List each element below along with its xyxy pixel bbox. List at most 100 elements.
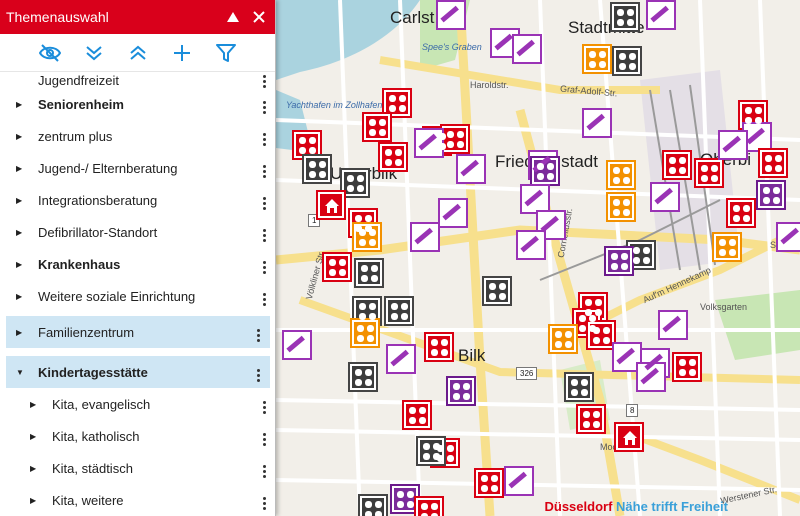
more-options-icon[interactable] <box>252 254 275 274</box>
daycare-marker-icon[interactable] <box>302 154 332 184</box>
daycare-marker-icon[interactable] <box>350 318 380 348</box>
more-options-icon[interactable] <box>246 322 270 342</box>
more-options-icon[interactable] <box>252 286 275 306</box>
collapsed-arrow-icon[interactable]: ▶ <box>30 400 40 409</box>
collapsed-arrow-icon[interactable]: ▶ <box>16 100 26 109</box>
more-options-icon[interactable] <box>246 362 270 382</box>
daycare-marker-icon[interactable] <box>582 44 612 74</box>
collapsed-arrow-icon[interactable]: ▶ <box>16 260 26 269</box>
daycare-marker-icon[interactable] <box>348 362 378 392</box>
tree-item[interactable]: ▶ Jugend-/ Elternberatung <box>0 152 275 184</box>
hide-all-icon[interactable] <box>28 38 72 68</box>
theme-tree: Jugendfreizeit ▶ Seniorenheim ▶ zentrum plus… <box>0 72 275 516</box>
more-options-icon[interactable] <box>252 426 275 446</box>
daycare-marker-icon[interactable] <box>564 372 594 402</box>
school-marker-icon[interactable] <box>650 182 680 212</box>
more-options-icon[interactable] <box>252 126 275 146</box>
collapsed-arrow-icon[interactable]: ▶ <box>30 432 40 441</box>
school-marker-icon[interactable] <box>282 330 312 360</box>
school-marker-icon[interactable] <box>516 230 546 260</box>
expanded-arrow-icon[interactable]: ▼ <box>16 368 26 377</box>
school-marker-icon[interactable] <box>436 0 466 30</box>
branding-city: Düsseldorf <box>544 499 613 514</box>
family-center-marker-icon[interactable] <box>614 422 644 452</box>
tree-child-item[interactable]: ▶ Kita, evangelisch <box>0 388 275 420</box>
daycare-marker-icon[interactable] <box>446 376 476 406</box>
tree-item[interactable]: ▶ Defibrillator-Standort <box>0 216 275 248</box>
collapsed-arrow-icon[interactable]: ▶ <box>16 164 26 173</box>
tree-item[interactable]: ▼ Kindertagesstätte <box>6 356 270 388</box>
school-marker-icon[interactable] <box>776 222 800 252</box>
tree-child-item[interactable]: ▶ Kita, städtisch <box>0 452 275 484</box>
daycare-marker-icon[interactable] <box>758 148 788 178</box>
tree-item-label: Weitere soziale Einrichtung <box>38 288 196 304</box>
school-marker-icon[interactable] <box>386 344 416 374</box>
more-options-icon[interactable] <box>252 222 275 242</box>
daycare-marker-icon[interactable] <box>576 404 606 434</box>
collapsed-arrow-icon[interactable]: ▶ <box>16 228 26 237</box>
more-options-icon[interactable] <box>252 394 275 414</box>
collapsed-arrow-icon[interactable]: ▶ <box>16 328 26 337</box>
add-icon[interactable] <box>160 38 204 68</box>
more-options-icon[interactable] <box>252 72 275 88</box>
more-options-icon[interactable] <box>252 458 275 478</box>
school-marker-icon[interactable] <box>718 130 748 160</box>
school-marker-icon[interactable] <box>646 0 676 30</box>
filter-icon[interactable] <box>204 38 248 68</box>
daycare-marker-icon[interactable] <box>672 352 702 382</box>
collapsed-arrow-icon[interactable]: ▶ <box>16 196 26 205</box>
daycare-marker-icon[interactable] <box>354 258 384 288</box>
expand-all-icon[interactable] <box>116 38 160 68</box>
more-options-icon[interactable] <box>252 490 275 510</box>
school-marker-icon[interactable] <box>512 34 542 64</box>
school-marker-icon[interactable] <box>658 310 688 340</box>
school-marker-icon[interactable] <box>504 466 534 496</box>
more-options-icon[interactable] <box>252 190 275 210</box>
more-options-icon[interactable] <box>252 158 275 178</box>
collapsed-arrow-icon[interactable]: ▶ <box>30 464 40 473</box>
collapsed-arrow-icon[interactable]: ▶ <box>16 292 26 301</box>
daycare-marker-icon[interactable] <box>662 150 692 180</box>
school-marker-icon[interactable] <box>438 198 468 228</box>
school-marker-icon[interactable] <box>456 154 486 184</box>
tree-item[interactable]: ▶ Seniorenheim <box>0 88 275 120</box>
daycare-marker-icon[interactable] <box>378 142 408 172</box>
tree-item[interactable]: ▶ Integrationsberatung <box>0 184 275 216</box>
tree-child-item[interactable]: ▶ Kita, weitere <box>0 484 275 516</box>
collapse-all-icon[interactable] <box>72 38 116 68</box>
daycare-marker-icon[interactable] <box>606 160 636 190</box>
daycare-marker-icon[interactable] <box>362 112 392 142</box>
daycare-marker-icon[interactable] <box>756 180 786 210</box>
collapsed-arrow-icon[interactable]: ▶ <box>30 496 40 505</box>
close-icon[interactable] <box>249 7 269 27</box>
daycare-marker-icon[interactable] <box>482 276 512 306</box>
map-label-yachthafen: Yachthafen im Zollhafen <box>286 100 383 110</box>
daycare-marker-icon[interactable] <box>548 324 578 354</box>
daycare-marker-icon[interactable] <box>726 198 756 228</box>
tree-item[interactable]: ▶ Familienzentrum <box>6 316 270 348</box>
daycare-marker-icon[interactable] <box>474 468 504 498</box>
daycare-marker-icon[interactable] <box>322 252 352 282</box>
daycare-marker-icon[interactable] <box>384 296 414 326</box>
collapse-up-icon[interactable] <box>223 7 243 27</box>
tree-child-item[interactable]: ▶ Kita, katholisch <box>0 420 275 452</box>
daycare-marker-icon[interactable] <box>612 46 642 76</box>
tree-item[interactable]: ▶ Krankenhaus <box>0 248 275 280</box>
daycare-marker-icon[interactable] <box>712 232 742 262</box>
daycare-marker-icon[interactable] <box>606 192 636 222</box>
collapsed-arrow-icon[interactable]: ▶ <box>16 132 26 141</box>
daycare-marker-icon[interactable] <box>610 2 640 32</box>
school-marker-icon[interactable] <box>410 222 440 252</box>
tree-item[interactable]: ▶ zentrum plus <box>0 120 275 152</box>
daycare-marker-icon[interactable] <box>604 246 634 276</box>
daycare-marker-icon[interactable] <box>424 332 454 362</box>
tree-item[interactable]: ▶ Weitere soziale Einrichtung <box>0 280 275 312</box>
daycare-marker-icon[interactable] <box>414 496 444 516</box>
daycare-marker-icon[interactable] <box>694 158 724 188</box>
family-center-marker-icon[interactable] <box>316 190 346 220</box>
more-options-icon[interactable] <box>252 94 275 114</box>
tree-item[interactable]: Jugendfreizeit <box>0 72 275 88</box>
daycare-marker-icon[interactable] <box>358 494 388 516</box>
school-marker-icon[interactable] <box>582 108 612 138</box>
daycare-marker-icon[interactable] <box>402 400 432 430</box>
